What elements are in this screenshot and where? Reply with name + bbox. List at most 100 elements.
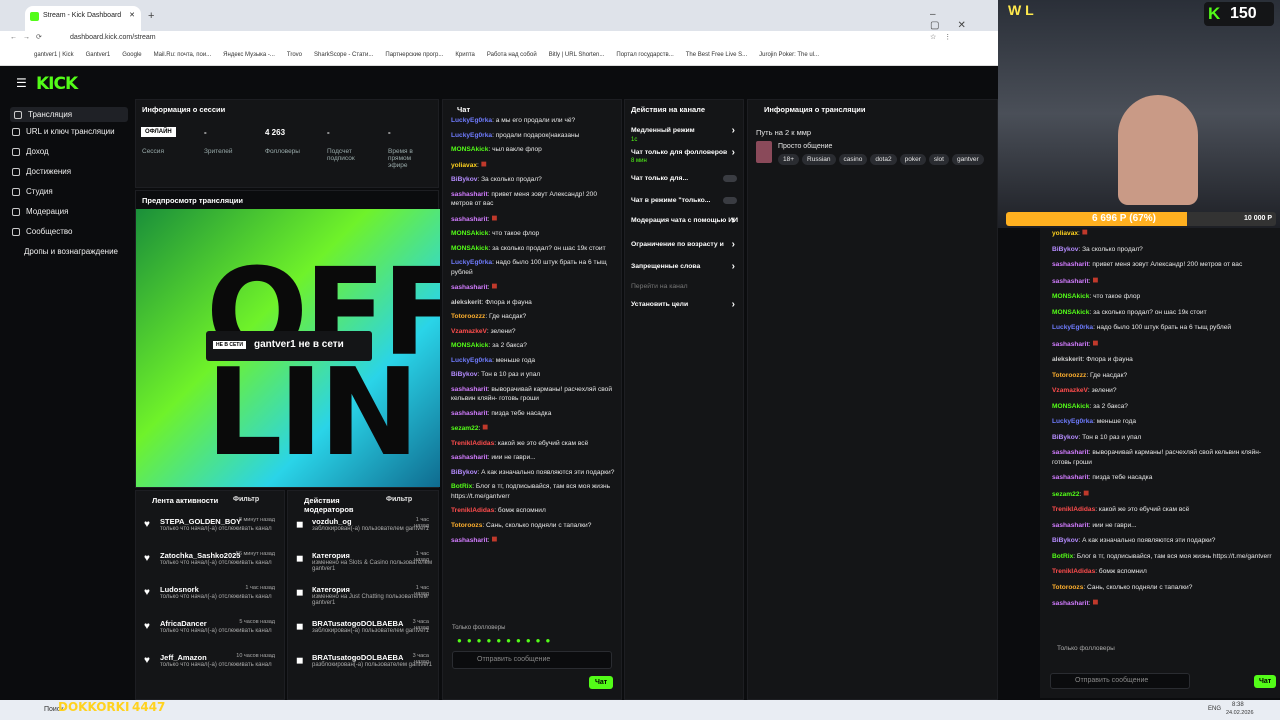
chat-username[interactable]: LuckyEg0rka bbox=[451, 259, 492, 266]
bookmark-item[interactable]: Партнерские прогр... bbox=[385, 52, 443, 58]
channel-action-item[interactable]: Запрещенные слова › bbox=[631, 261, 741, 272]
chat-username[interactable]: sashasharit bbox=[451, 216, 488, 223]
chat-username[interactable]: TreniklAdidas bbox=[1052, 568, 1095, 575]
chat-username[interactable]: sashasharit bbox=[1052, 341, 1089, 348]
chat-username[interactable]: sezam22 bbox=[1052, 491, 1080, 498]
modactions-filter-button[interactable]: Фильтр bbox=[386, 496, 412, 503]
chat-username[interactable]: sashasharit bbox=[451, 284, 488, 291]
activity-filter-button[interactable]: Фильтр bbox=[233, 496, 259, 503]
close-tab-icon[interactable]: ✕ bbox=[129, 11, 135, 19]
chat-username[interactable]: sashasharit bbox=[1052, 600, 1089, 607]
chat-username[interactable]: MONSAkick bbox=[451, 245, 488, 252]
sidebar-item[interactable]: Сообщество bbox=[12, 227, 72, 236]
bookmark-item[interactable]: Портал государств... bbox=[616, 52, 673, 58]
new-tab-icon[interactable]: + bbox=[148, 10, 154, 22]
chat-username[interactable]: LuckyEg0rka bbox=[451, 357, 492, 364]
taskbar-date[interactable]: 24.02.2026 bbox=[1226, 710, 1254, 716]
url-input[interactable]: dashboard.kick.com/stream bbox=[70, 34, 156, 41]
sidebar-item[interactable]: Дропы и вознаграждение bbox=[24, 247, 118, 256]
chat-username[interactable]: BotRix bbox=[1052, 553, 1073, 560]
bookmark-item[interactable]: gantver1 | Kick bbox=[34, 52, 74, 58]
sidebar-item[interactable]: URL и ключ трансляции bbox=[12, 127, 115, 136]
stream-tag[interactable]: slot bbox=[928, 154, 949, 165]
chat-username[interactable]: sashasharit bbox=[451, 386, 488, 393]
chat-username[interactable]: BiBykov bbox=[1052, 434, 1078, 441]
bookmark-item[interactable]: Крипта bbox=[455, 52, 474, 58]
chat-username[interactable]: MONSAkick bbox=[1052, 403, 1089, 410]
window-controls[interactable]: –▢✕ bbox=[930, 9, 998, 31]
bookmark-item[interactable]: Работа над собой bbox=[487, 52, 537, 58]
channel-action-item[interactable]: Чат только для фолловеров › bbox=[631, 147, 741, 158]
sidebar-item[interactable]: Трансляция bbox=[10, 107, 128, 122]
chat-username[interactable]: sashasharit bbox=[1052, 261, 1089, 268]
chat-username[interactable]: BiBykov bbox=[451, 176, 477, 183]
chat-username[interactable]: LuckyEg0rka bbox=[1052, 418, 1093, 425]
menu-icon[interactable]: ☰ bbox=[16, 76, 27, 90]
sidebar-item[interactable]: Модерация bbox=[12, 207, 68, 216]
stream-tag[interactable]: poker bbox=[899, 154, 926, 165]
overlay-chat-input[interactable]: Отправить сообщение bbox=[1050, 673, 1190, 689]
stream-tag[interactable]: gantver bbox=[951, 154, 984, 165]
stream-tag[interactable]: casino bbox=[838, 154, 868, 165]
chat-username[interactable]: BiBykov bbox=[451, 371, 477, 378]
stream-tag[interactable]: Russian bbox=[802, 154, 836, 165]
stream-tag[interactable]: 18+ bbox=[778, 154, 800, 165]
taskbar-lang[interactable]: ENG bbox=[1208, 706, 1221, 712]
chat-username[interactable]: yoliavax bbox=[1052, 230, 1078, 237]
chat-username[interactable]: sashasharit bbox=[451, 191, 488, 198]
chat-username[interactable]: TreniklAdidas bbox=[451, 440, 494, 447]
star-icon[interactable]: ☆⋮ bbox=[930, 33, 959, 41]
bookmark-item[interactable]: The Best Free Live S... bbox=[686, 52, 747, 58]
taskbar-time[interactable]: 8:38 bbox=[1232, 702, 1244, 708]
chat-username[interactable]: sashasharit bbox=[1052, 278, 1089, 285]
overlay-chat-send[interactable]: Чат bbox=[1254, 675, 1277, 688]
chat-username[interactable]: sashasharit bbox=[451, 454, 488, 461]
chat-username[interactable]: alekskerit bbox=[1052, 356, 1082, 363]
chat-username[interactable]: TreniklAdidas bbox=[1052, 506, 1095, 513]
chat-send-button[interactable]: Чат bbox=[589, 676, 614, 689]
emote-row[interactable]: ●●●●●●●●●● bbox=[457, 636, 609, 645]
chat-input[interactable]: Отправить сообщение bbox=[452, 651, 612, 669]
chat-username[interactable]: BiBykov bbox=[1052, 246, 1078, 253]
chat-username[interactable]: MONSAkick bbox=[1052, 293, 1089, 300]
bookmark-item[interactable]: Google bbox=[122, 52, 141, 58]
chat-username[interactable]: sashasharit bbox=[1052, 449, 1089, 456]
chat-username[interactable]: VzamazkeV bbox=[1052, 387, 1088, 394]
chat-username[interactable]: sashasharit bbox=[1052, 474, 1089, 481]
chat-username[interactable]: MONSAkick bbox=[451, 230, 488, 237]
chat-username[interactable]: MONSAkick bbox=[1052, 309, 1089, 316]
channel-action-item[interactable]: Чат в режиме "только... bbox=[631, 197, 741, 204]
chat-username[interactable]: BotRix bbox=[451, 483, 472, 490]
chat-username[interactable]: sashasharit bbox=[451, 410, 488, 417]
channel-action-item[interactable]: Медленный режим › bbox=[631, 125, 741, 136]
kick-logo[interactable]: KICK bbox=[36, 74, 78, 94]
chat-username[interactable]: LuckyEg0rka bbox=[451, 117, 492, 124]
bookmark-item[interactable]: Mail.Ru: почта, пои... bbox=[154, 52, 212, 58]
bookmark-item[interactable]: Bitly | URL Shorten... bbox=[549, 52, 605, 58]
chat-username[interactable]: alekskerit bbox=[451, 299, 481, 306]
bookmark-item[interactable]: Яндекс Музыка -... bbox=[223, 52, 275, 58]
sidebar-item[interactable]: Студия bbox=[12, 187, 53, 196]
channel-action-item[interactable]: Перейти на канал bbox=[631, 283, 741, 290]
bookmark-item[interactable]: Gantver1 bbox=[86, 52, 111, 58]
chat-username[interactable]: sezam22 bbox=[451, 425, 479, 432]
sidebar-item[interactable]: Достижения bbox=[12, 167, 71, 176]
chat-username[interactable]: MONSAkick bbox=[451, 342, 488, 349]
chat-username[interactable]: BiBykov bbox=[451, 469, 477, 476]
chat-username[interactable]: Totoroozs bbox=[1052, 584, 1083, 591]
chat-username[interactable]: TreniklAdidas bbox=[451, 507, 494, 514]
browser-tab[interactable]: Stream - Kick Dashboard ✕ bbox=[25, 6, 141, 31]
bookmark-item[interactable]: SharkScope - Стати... bbox=[314, 52, 373, 58]
channel-action-item[interactable]: Чат только для... bbox=[631, 175, 741, 182]
sidebar-item[interactable]: Доход bbox=[12, 147, 49, 156]
chat-username[interactable]: Totoroozs bbox=[451, 522, 482, 529]
stream-tag[interactable]: dota2 bbox=[870, 154, 897, 165]
chat-username[interactable]: sashasharit bbox=[1052, 522, 1089, 529]
chat-username[interactable]: LuckyEg0rka bbox=[451, 132, 492, 139]
channel-action-item[interactable]: Ограничение по возрасту и › bbox=[631, 239, 741, 250]
bookmark-item[interactable]: Jurojin Poker: The ul... bbox=[759, 52, 819, 58]
toggle-switch[interactable] bbox=[723, 175, 737, 182]
channel-action-item[interactable]: Модерация чата с помощью ИИ › bbox=[631, 215, 741, 226]
bookmark-item[interactable]: Trovo bbox=[287, 52, 302, 58]
chat-username[interactable]: BiBykov bbox=[1052, 537, 1078, 544]
